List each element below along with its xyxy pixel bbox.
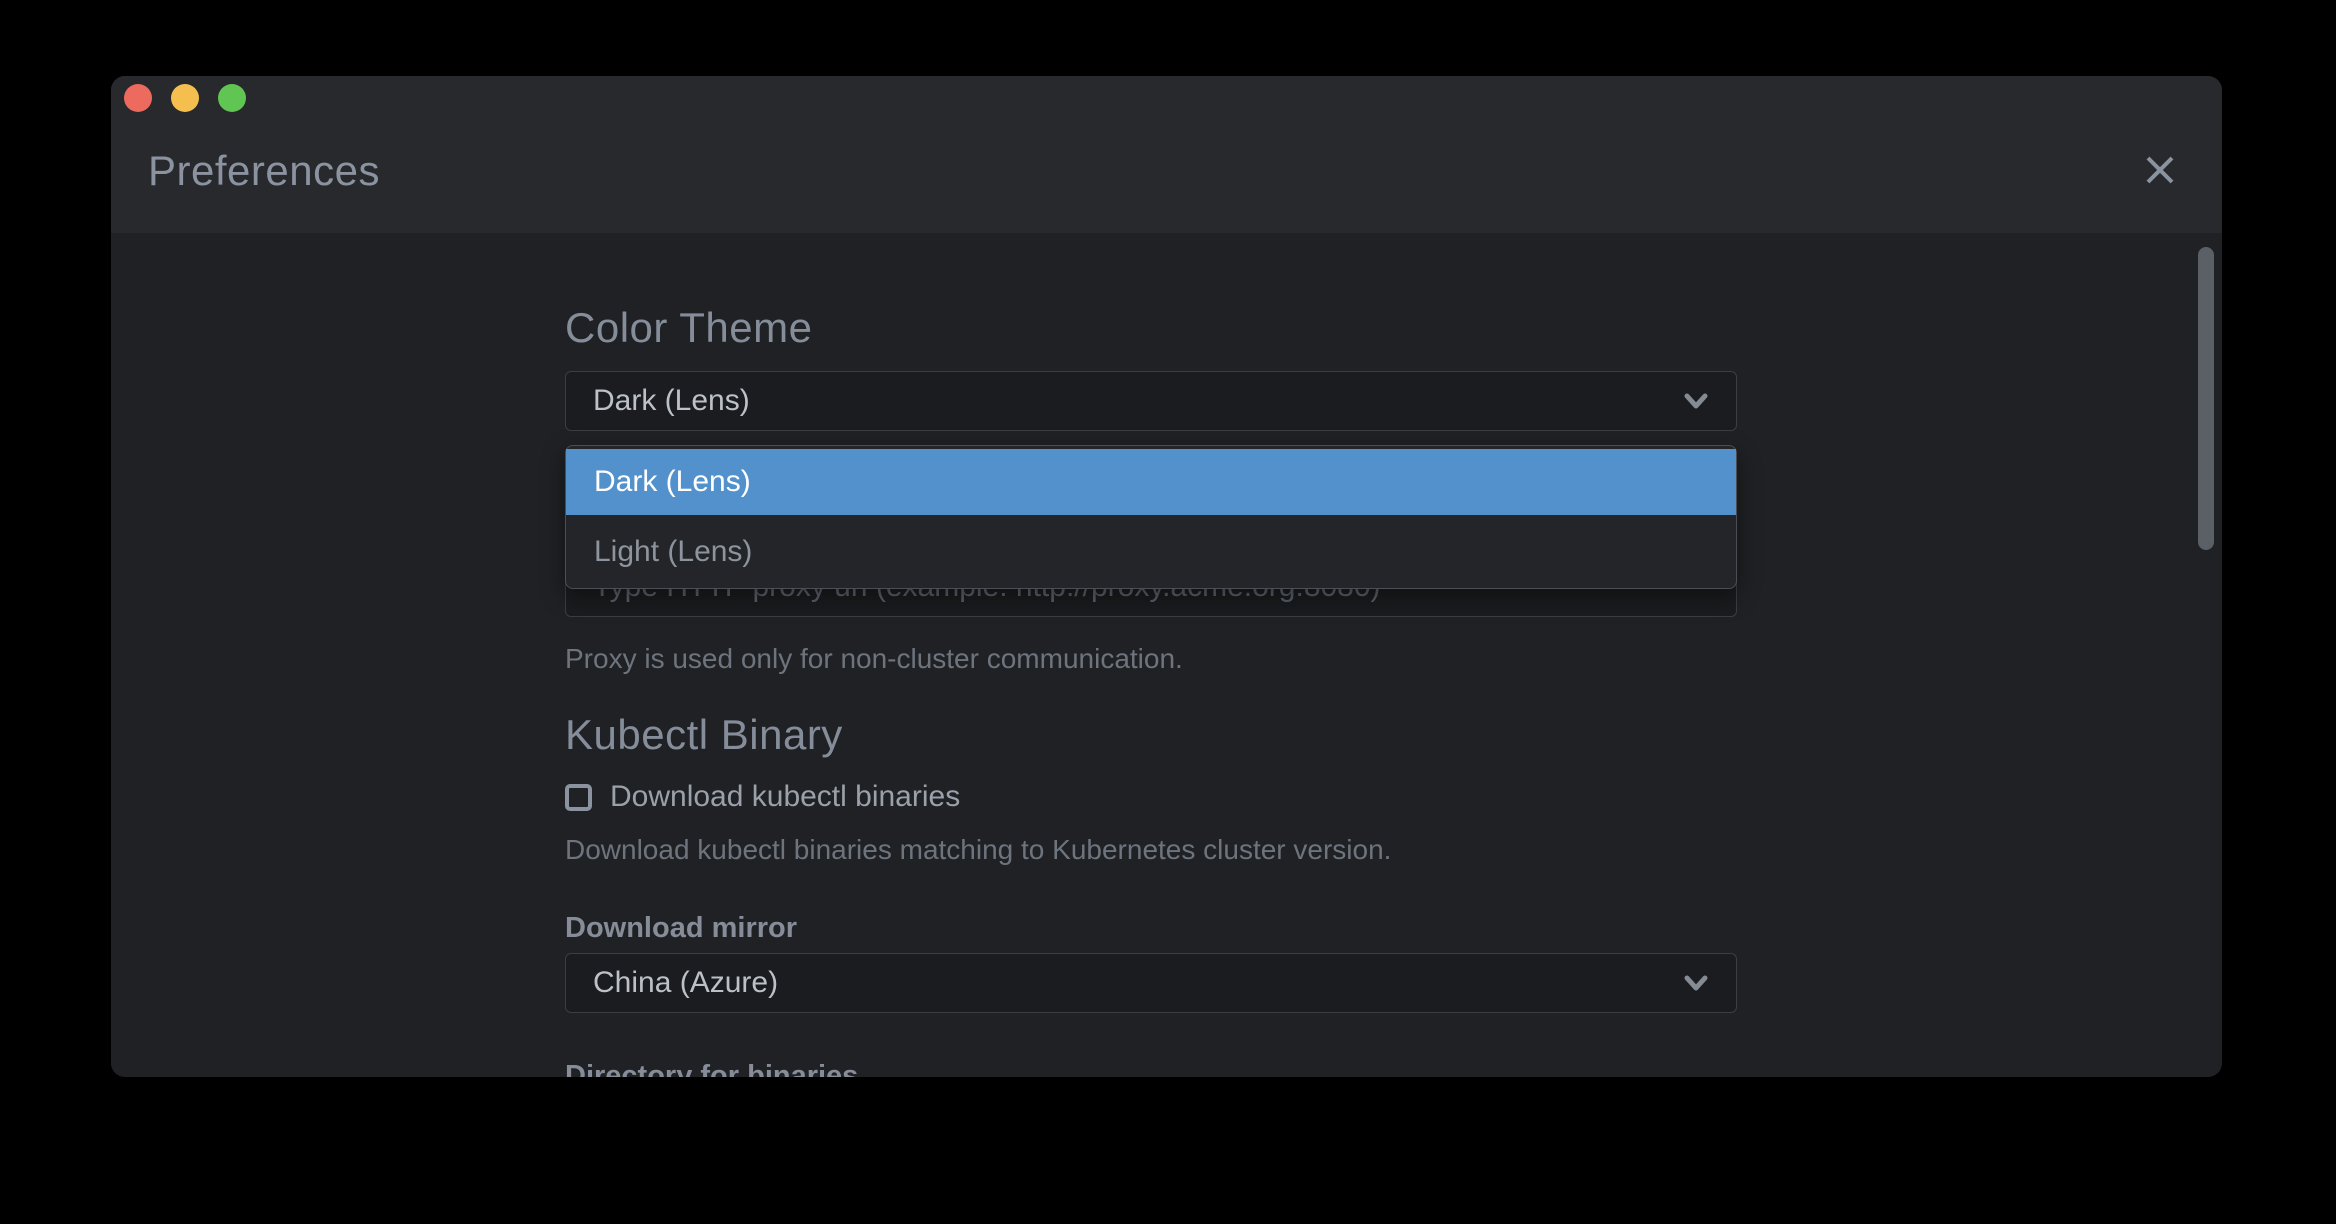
scrollbar-thumb[interactable] xyxy=(2198,247,2214,550)
proxy-hint: Proxy is used only for non-cluster commu… xyxy=(565,643,1737,675)
download-kubectl-checkbox-row[interactable]: Download kubectl binaries xyxy=(565,781,1737,813)
kubectl-binary-heading: Kubectl Binary xyxy=(565,712,1737,758)
chevron-down-icon xyxy=(1680,967,1712,999)
traffic-light-maximize[interactable] xyxy=(218,84,246,112)
chevron-down-icon xyxy=(1680,385,1712,417)
directory-for-binaries-label: Directory for binaries xyxy=(565,1060,1737,1077)
preferences-window: Preferences Color Theme Dark (Lens) xyxy=(111,76,2222,1077)
page-title: Preferences xyxy=(148,148,380,194)
download-kubectl-label: Download kubectl binaries xyxy=(610,780,960,814)
titlebar: Preferences xyxy=(111,76,2222,233)
color-theme-select-value: Dark (Lens) xyxy=(593,384,750,418)
color-theme-select[interactable]: Dark (Lens) xyxy=(565,371,1737,431)
dropdown-option-dark[interactable]: Dark (Lens) xyxy=(566,449,1736,515)
kubectl-hint: Download kubectl binaries matching to Ku… xyxy=(565,834,1737,866)
download-mirror-select[interactable]: China (Azure) xyxy=(565,953,1737,1013)
settings-column: Color Theme Dark (Lens) Dark (Lens) Ligh… xyxy=(565,233,1737,1077)
preferences-content: Color Theme Dark (Lens) Dark (Lens) Ligh… xyxy=(111,233,2222,1077)
close-button[interactable] xyxy=(2136,148,2184,196)
download-mirror-label: Download mirror xyxy=(565,912,1737,945)
download-mirror-select-value: China (Azure) xyxy=(593,966,778,1000)
traffic-light-close[interactable] xyxy=(124,84,152,112)
download-kubectl-checkbox[interactable] xyxy=(565,784,592,811)
color-theme-dropdown: Dark (Lens) Light (Lens) xyxy=(565,445,1737,589)
color-theme-heading: Color Theme xyxy=(565,305,1737,351)
dropdown-option-light[interactable]: Light (Lens) xyxy=(566,519,1736,585)
close-icon xyxy=(2138,148,2182,197)
traffic-light-minimize[interactable] xyxy=(171,84,199,112)
